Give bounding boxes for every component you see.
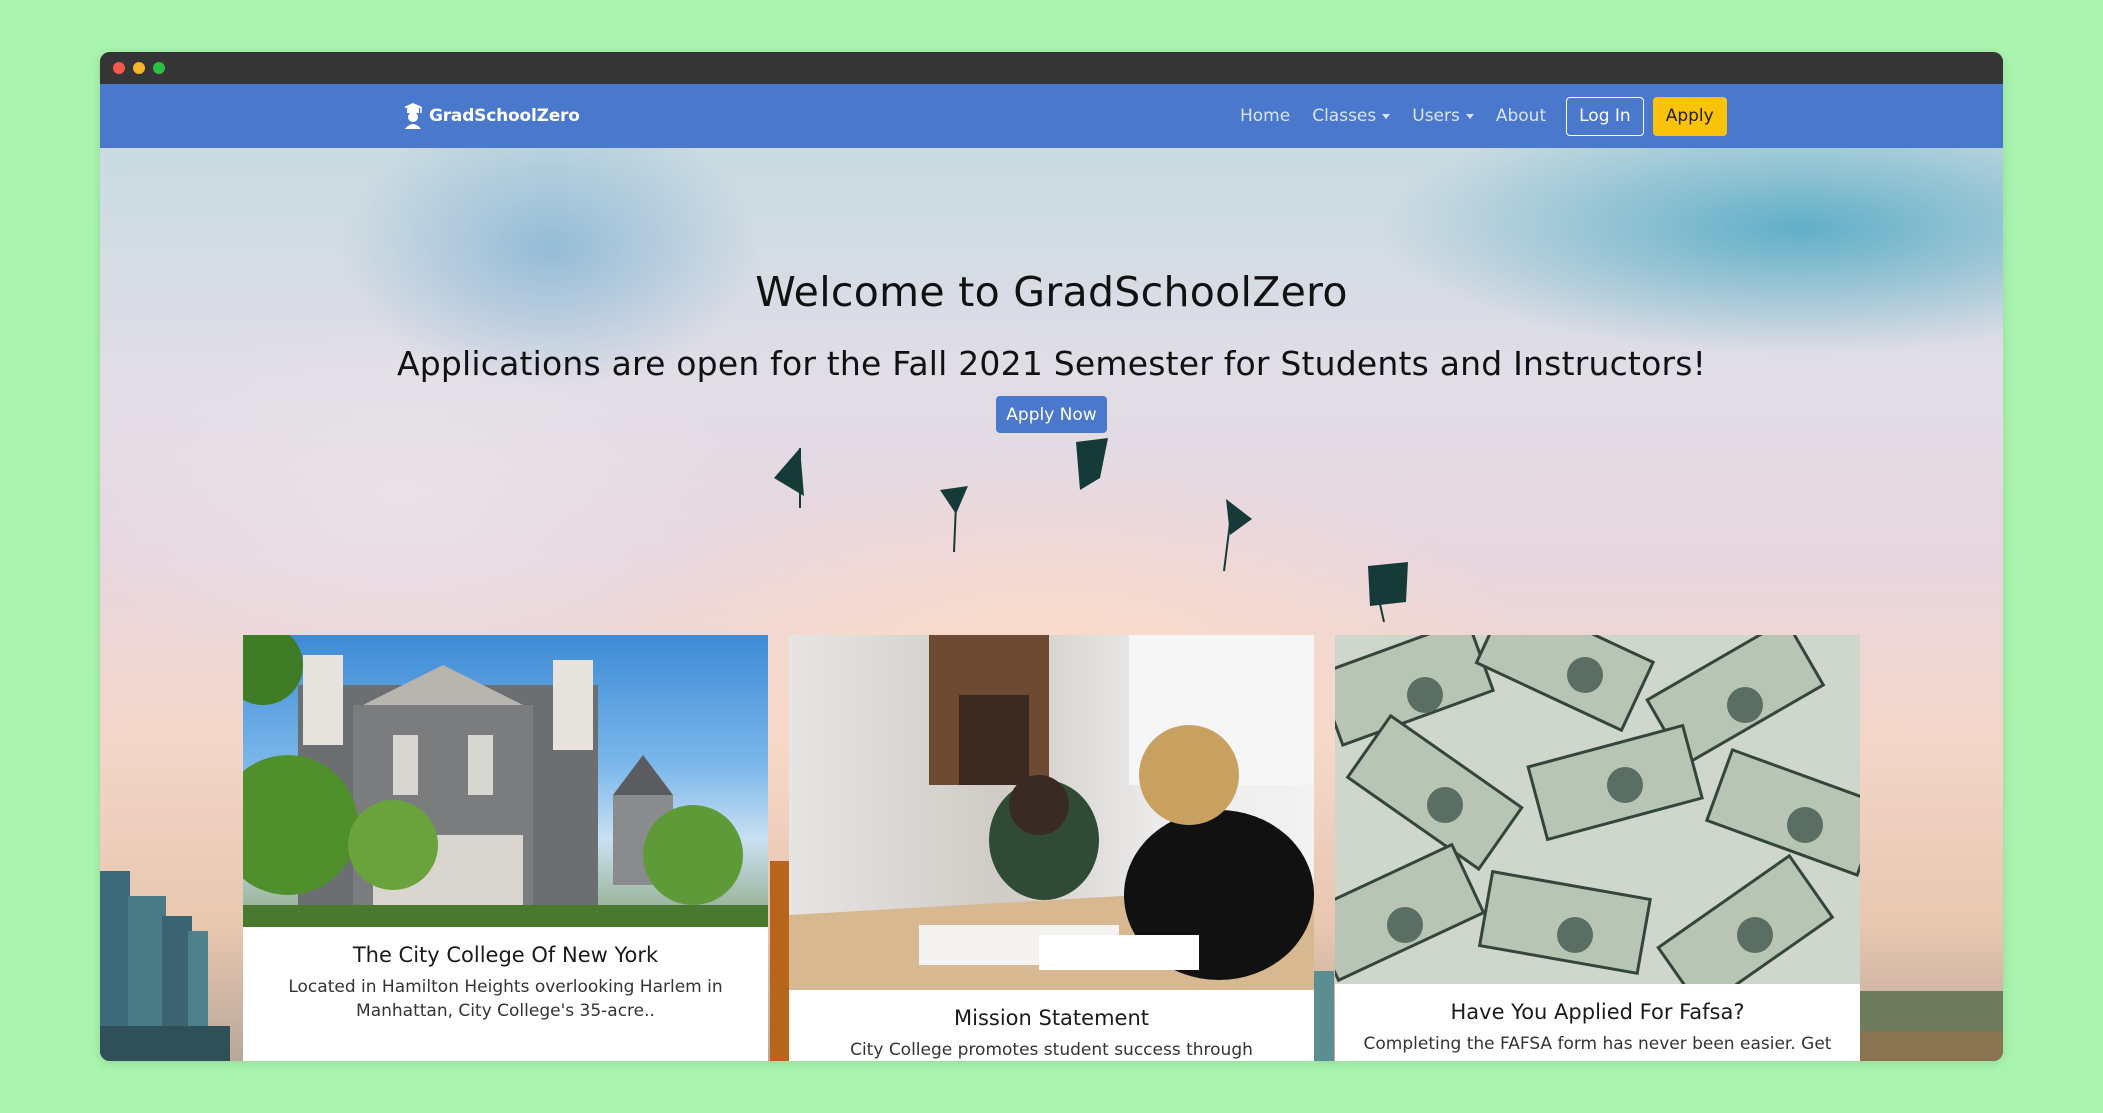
card-fafsa[interactable]: Have You Applied For Fafsa? Completing t… bbox=[1335, 635, 1860, 1061]
browser-window: GradSchoolZero Home Classes Users About … bbox=[100, 52, 2003, 1061]
card-text: Completing the FAFSA form has never been… bbox=[1363, 1034, 1832, 1061]
top-navbar: GradSchoolZero Home Classes Users About … bbox=[100, 84, 2003, 148]
card-body: Mission Statement City College promotes … bbox=[789, 990, 1314, 1061]
nav-users-label: Users bbox=[1412, 106, 1460, 126]
graduation-cap-icon bbox=[940, 486, 968, 553]
close-window-button[interactable] bbox=[113, 62, 125, 74]
card-title: Mission Statement bbox=[953, 1006, 1149, 1030]
hero-section: Welcome to GradSchoolZero Applications a… bbox=[100, 148, 2003, 1061]
minimize-window-button[interactable] bbox=[133, 62, 145, 74]
graduation-cap-icon bbox=[1223, 499, 1252, 572]
chevron-down-icon bbox=[1465, 113, 1474, 119]
nav-home-link[interactable]: Home bbox=[1229, 106, 1301, 126]
nav-classes-dropdown[interactable]: Classes bbox=[1301, 106, 1401, 126]
card-body: The City College Of New York Located in … bbox=[243, 927, 768, 1023]
hero-subtitle: Applications are open for the Fall 2021 … bbox=[396, 344, 1707, 383]
brand-name: GradSchoolZero bbox=[429, 106, 580, 126]
login-button[interactable]: Log In bbox=[1566, 96, 1644, 136]
maximize-window-button[interactable] bbox=[153, 62, 165, 74]
nav-home-label: Home bbox=[1240, 106, 1291, 126]
campus-building-photo bbox=[243, 635, 768, 927]
students-studying-photo bbox=[789, 635, 1314, 990]
card-title: Have You Applied For Fafsa? bbox=[1450, 1000, 1745, 1024]
hero-title: Welcome to GradSchoolZero bbox=[755, 268, 1348, 316]
chevron-down-icon bbox=[1382, 113, 1391, 119]
nav-about-label: About bbox=[1495, 106, 1547, 126]
graduate-logo-icon bbox=[403, 102, 423, 130]
card-city-college[interactable]: The City College Of New York Located in … bbox=[243, 635, 768, 1061]
apply-button[interactable]: Apply bbox=[1652, 96, 1727, 136]
nav-links: Home Classes Users About Log In Apply bbox=[1229, 84, 1727, 148]
card-text: City College promotes student success th… bbox=[850, 1040, 1253, 1060]
nav-users-dropdown[interactable]: Users bbox=[1401, 106, 1485, 126]
card-title: The City College Of New York bbox=[352, 943, 659, 967]
dollar-bills-photo bbox=[1335, 635, 1860, 984]
graduation-cap-icon bbox=[1076, 438, 1108, 490]
brand-link[interactable]: GradSchoolZero bbox=[403, 100, 580, 132]
card-text: Located in Hamilton Heights overlooking … bbox=[288, 977, 723, 1021]
window-titlebar bbox=[100, 52, 2003, 84]
nav-classes-label: Classes bbox=[1312, 106, 1377, 126]
nav-about-link[interactable]: About bbox=[1485, 106, 1557, 126]
apply-now-button[interactable]: Apply Now bbox=[996, 396, 1107, 433]
graduation-cap-icon bbox=[774, 448, 804, 508]
graduation-cap-icon bbox=[1368, 562, 1408, 623]
card-mission-statement[interactable]: Mission Statement City College promotes … bbox=[789, 635, 1314, 1061]
card-body: Have You Applied For Fafsa? Completing t… bbox=[1335, 984, 1860, 1061]
